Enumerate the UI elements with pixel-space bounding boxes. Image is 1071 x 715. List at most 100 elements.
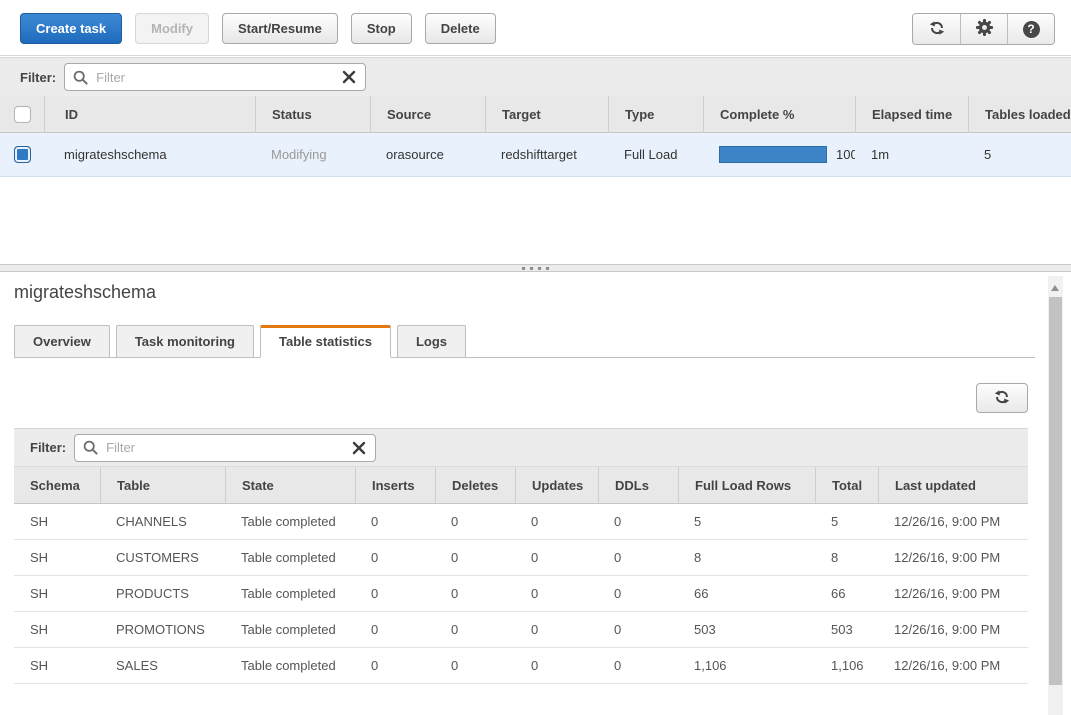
col-id[interactable]: ID [44,96,255,132]
create-task-button[interactable]: Create task [20,13,122,44]
col-full-load-rows[interactable]: Full Load Rows [678,467,815,503]
cell-table: PRODUCTS [100,576,225,611]
cell-total: 503 [815,612,878,647]
task-id-cell: migrateshschema [44,133,255,176]
drag-dots-icon [522,267,549,270]
cell-total: 66 [815,576,878,611]
cell-deletes: 0 [435,576,515,611]
task-source-cell: orasource [370,133,485,176]
tasks-filter-clear-button[interactable] [333,70,365,84]
table-stats-refresh-button[interactable] [976,383,1028,413]
gear-icon [975,18,994,40]
panel-resize-handle[interactable] [0,264,1071,272]
toolbar-icon-group: ? [912,13,1055,45]
cell-last-updated: 12/26/16, 9:00 PM [878,648,1028,683]
tasks-filter-label: Filter: [20,70,56,85]
col-total[interactable]: Total [815,467,878,503]
row-checkbox[interactable] [14,146,31,163]
col-inserts[interactable]: Inserts [355,467,435,503]
cell-table: CHANNELS [100,504,225,539]
cell-deletes: 0 [435,540,515,575]
delete-button[interactable]: Delete [425,13,496,44]
tasks-filter-input[interactable] [94,69,333,86]
cell-updates: 0 [515,648,598,683]
cell-last-updated: 12/26/16, 9:00 PM [878,612,1028,647]
stats-row-promotions[interactable]: SH PROMOTIONS Table completed 0 0 0 0 50… [14,612,1028,648]
panel-scrollbar[interactable] [1048,276,1063,715]
col-updates[interactable]: Updates [515,467,598,503]
refresh-icon [993,388,1011,409]
tab-logs[interactable]: Logs [397,325,466,358]
detail-panel-title: migrateshschema [14,282,156,303]
help-button[interactable]: ? [1007,14,1054,44]
task-target-cell: redshifttarget [485,133,608,176]
cell-state: Table completed [225,648,355,683]
cell-updates: 0 [515,576,598,611]
settings-button[interactable] [960,14,1007,44]
col-complete-pct[interactable]: Complete % [703,96,855,132]
stats-row-customers[interactable]: SH CUSTOMERS Table completed 0 0 0 0 8 8… [14,540,1028,576]
cell-inserts: 0 [355,540,435,575]
refresh-button[interactable] [913,14,960,44]
stats-row-sales[interactable]: SH SALES Table completed 0 0 0 0 1,106 1… [14,648,1028,684]
tab-overview[interactable]: Overview [14,325,110,358]
col-target[interactable]: Target [485,96,608,132]
cell-schema: SH [14,576,100,611]
search-icon [73,70,88,85]
stats-row-channels[interactable]: SH CHANNELS Table completed 0 0 0 0 5 5 … [14,504,1028,540]
cell-last-updated: 12/26/16, 9:00 PM [878,540,1028,575]
cell-updates: 0 [515,504,598,539]
cell-inserts: 0 [355,576,435,611]
col-status[interactable]: Status [255,96,370,132]
col-deletes[interactable]: Deletes [435,467,515,503]
scroll-up-arrow-icon[interactable] [1051,285,1059,291]
task-elapsed-cell: 1m [855,133,968,176]
col-last-updated[interactable]: Last updated [878,467,1028,503]
tab-table-statistics[interactable]: Table statistics [260,325,391,358]
cell-last-updated: 12/26/16, 9:00 PM [878,504,1028,539]
scrollbar-thumb[interactable] [1049,297,1062,685]
modify-button[interactable]: Modify [135,13,209,44]
cell-updates: 0 [515,612,598,647]
stop-button[interactable]: Stop [351,13,412,44]
col-elapsed-time[interactable]: Elapsed time [855,96,968,132]
tasks-filter-box [64,63,366,91]
cell-last-updated: 12/26/16, 9:00 PM [878,576,1028,611]
task-toolbar: Create task Modify Start/Resume Stop Del… [0,0,1071,56]
stats-row-products[interactable]: SH PRODUCTS Table completed 0 0 0 0 66 6… [14,576,1028,612]
cell-total: 5 [815,504,878,539]
help-icon: ? [1023,21,1040,38]
task-type-cell: Full Load [608,133,703,176]
col-schema[interactable]: Schema [14,467,100,503]
cell-state: Table completed [225,576,355,611]
task-row-migrateshschema[interactable]: migrateshschema Modifying orasource reds… [0,133,1071,177]
col-ddls[interactable]: DDLs [598,467,678,503]
col-type[interactable]: Type [608,96,703,132]
cell-deletes: 0 [435,648,515,683]
cell-ddls: 0 [598,504,678,539]
col-source[interactable]: Source [370,96,485,132]
stats-filter-clear-button[interactable] [343,441,375,455]
col-state[interactable]: State [225,467,355,503]
cell-schema: SH [14,504,100,539]
close-icon [352,441,366,455]
task-status-cell: Modifying [255,133,370,176]
cell-schema: SH [14,612,100,647]
refresh-icon [928,19,946,40]
select-all-checkbox[interactable] [14,106,31,123]
cell-deletes: 0 [435,504,515,539]
cell-total: 1,106 [815,648,878,683]
col-tables-loaded[interactable]: Tables loaded [968,96,1071,132]
cell-state: Table completed [225,504,355,539]
col-table[interactable]: Table [100,467,225,503]
stats-filter-band: Filter: [14,428,1028,467]
cell-full-load-rows: 8 [678,540,815,575]
cell-full-load-rows: 5 [678,504,815,539]
tab-task-monitoring[interactable]: Task monitoring [116,325,254,358]
cell-inserts: 0 [355,612,435,647]
start-resume-button[interactable]: Start/Resume [222,13,338,44]
stats-filter-input[interactable] [104,439,343,456]
task-action-buttons: Create task Modify Start/Resume Stop Del… [20,13,496,44]
progress-bar [719,146,827,163]
tasks-table-header: ID Status Source Target Type Complete % … [0,96,1071,133]
